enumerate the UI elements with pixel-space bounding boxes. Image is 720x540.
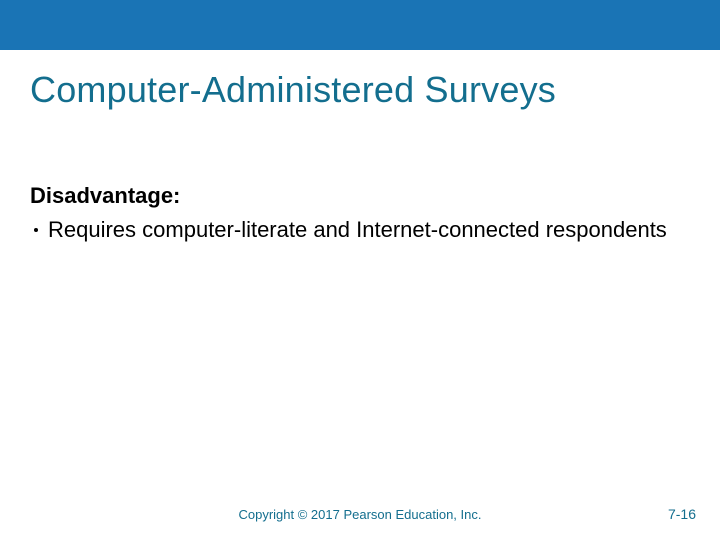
bullet-text: Requires computer-literate and Internet-… [48,215,690,245]
subheading: Disadvantage: [30,181,690,211]
bullet-icon [34,228,38,232]
top-bar [0,0,720,50]
slide-footer: Copyright © 2017 Pearson Education, Inc.… [0,507,720,522]
slide-body: Disadvantage: Requires computer-literate… [30,181,690,244]
page-number: 7-16 [668,506,696,522]
slide-content: Computer-Administered Surveys Disadvanta… [0,50,720,245]
slide-title: Computer-Administered Surveys [30,68,690,111]
list-item: Requires computer-literate and Internet-… [30,215,690,245]
copyright-text: Copyright © 2017 Pearson Education, Inc. [0,507,720,522]
